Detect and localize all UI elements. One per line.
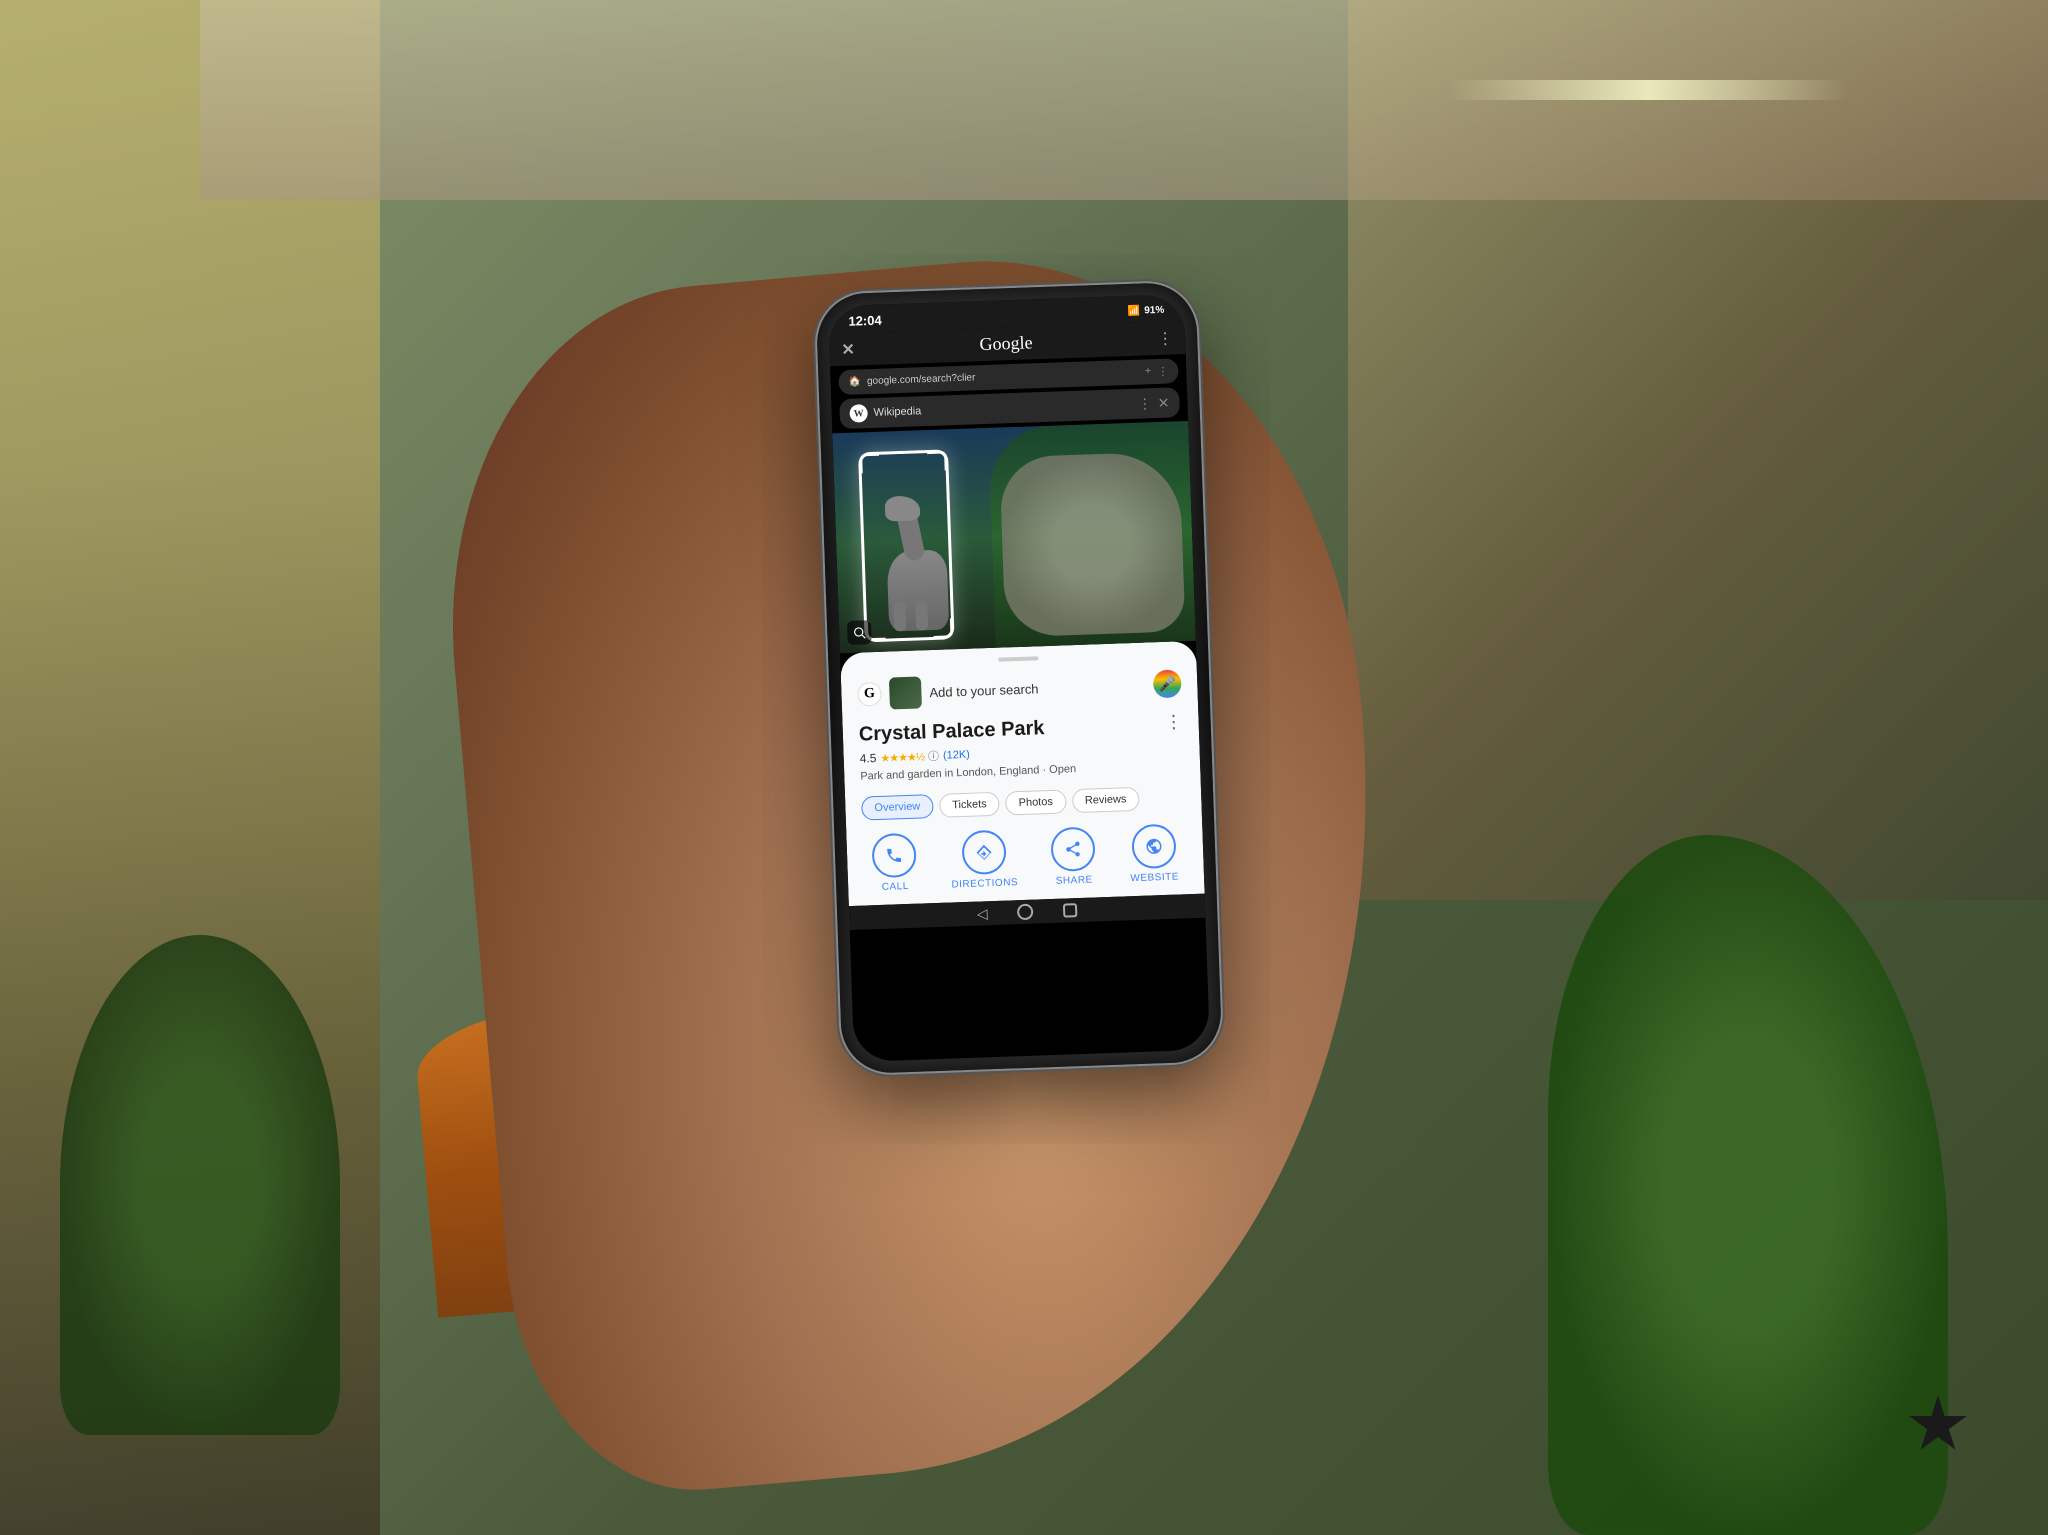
- call-button[interactable]: CALL: [871, 832, 917, 892]
- nav-recents-button[interactable]: [1063, 903, 1077, 917]
- dino-right-sculpture: [999, 451, 1185, 637]
- url-text: google.com/search?clier: [867, 366, 1139, 386]
- chrome-close-button[interactable]: ✕: [841, 339, 855, 359]
- tab-tickets[interactable]: Tickets: [939, 791, 1000, 817]
- more-options-button[interactable]: ⋮: [1164, 711, 1183, 733]
- search-text: Add to your search: [929, 677, 1145, 700]
- add-tab-button[interactable]: +: [1145, 365, 1152, 378]
- wikipedia-icon: W: [849, 404, 868, 423]
- review-count[interactable]: (12K): [943, 748, 970, 761]
- url-bar-actions: + ⋮: [1145, 364, 1169, 378]
- call-icon-circle: [871, 832, 917, 878]
- website-button[interactable]: WEBSITE: [1129, 823, 1180, 884]
- website-icon-circle: [1131, 823, 1177, 869]
- search-thumbnail: [889, 676, 922, 709]
- wikipedia-label: Wikipedia: [873, 397, 1132, 418]
- call-label: CALL: [882, 880, 909, 892]
- directions-icon-circle: [961, 829, 1007, 875]
- dinosaur-image: [832, 420, 1195, 652]
- wikipedia-close-button[interactable]: ✕: [1157, 394, 1169, 411]
- directions-label: DIRECTIONS: [951, 877, 1018, 890]
- share-icon-circle: [1050, 826, 1096, 872]
- tab-menu-button[interactable]: ⋮: [1157, 364, 1168, 377]
- directions-button[interactable]: DIRECTIONS: [950, 829, 1019, 890]
- lens-scan-frame: [858, 449, 955, 642]
- scan-corner-br: [933, 618, 954, 639]
- nav-home-button[interactable]: [1017, 903, 1034, 920]
- sheet-handle: [998, 656, 1038, 661]
- chrome-menu-button[interactable]: ⋮: [1157, 327, 1174, 348]
- mic-icon[interactable]: 🎤: [1153, 669, 1182, 698]
- status-time: 12:04: [848, 312, 882, 328]
- place-info: Crystal Palace Park ⋮ 4.5 ★★★★½ ⓘ (12K) …: [842, 706, 1200, 790]
- tab-overview[interactable]: Overview: [861, 794, 934, 820]
- lens-icon[interactable]: [847, 620, 872, 645]
- google-logo: G: [857, 681, 882, 706]
- battery-text: 91%: [1144, 304, 1164, 316]
- share-label: SHARE: [1056, 874, 1093, 886]
- bottom-sheet: G Add to your search 🎤 Crystal Palace Pa…: [840, 640, 1205, 905]
- rating-info-icon: ⓘ: [928, 747, 940, 763]
- status-icons: 📶 91%: [1128, 304, 1165, 316]
- place-name: Crystal Palace Park: [858, 716, 1044, 746]
- action-buttons: CALL DIRECTIONS: [846, 814, 1205, 905]
- nav-back-button[interactable]: ◁: [977, 904, 988, 921]
- url-lock-icon: 🏠: [848, 376, 861, 387]
- share-button[interactable]: SHARE: [1050, 826, 1096, 886]
- chrome-google-title: Google: [862, 328, 1149, 359]
- rating-number: 4.5: [859, 751, 876, 766]
- phone-wrapper: 12:04 📶 91% ✕ Google ⋮ 🏠: [816, 281, 1223, 1074]
- phone-screen: 12:04 📶 91% ✕ Google ⋮ 🏠: [828, 294, 1210, 1062]
- wikipedia-dots-button[interactable]: ⋮: [1137, 394, 1152, 411]
- dino-scene: [832, 420, 1195, 652]
- rating-stars: ★★★★½: [880, 749, 924, 764]
- signal-icon: 📶: [1128, 305, 1141, 316]
- website-label: WEBSITE: [1130, 871, 1179, 884]
- scan-corner-tr: [927, 450, 948, 471]
- phone-frame: 12:04 📶 91% ✕ Google ⋮ 🏠: [816, 281, 1223, 1074]
- tab-reviews[interactable]: Reviews: [1071, 786, 1139, 812]
- scan-corner-tl: [859, 452, 880, 473]
- tab-photos[interactable]: Photos: [1005, 789, 1066, 815]
